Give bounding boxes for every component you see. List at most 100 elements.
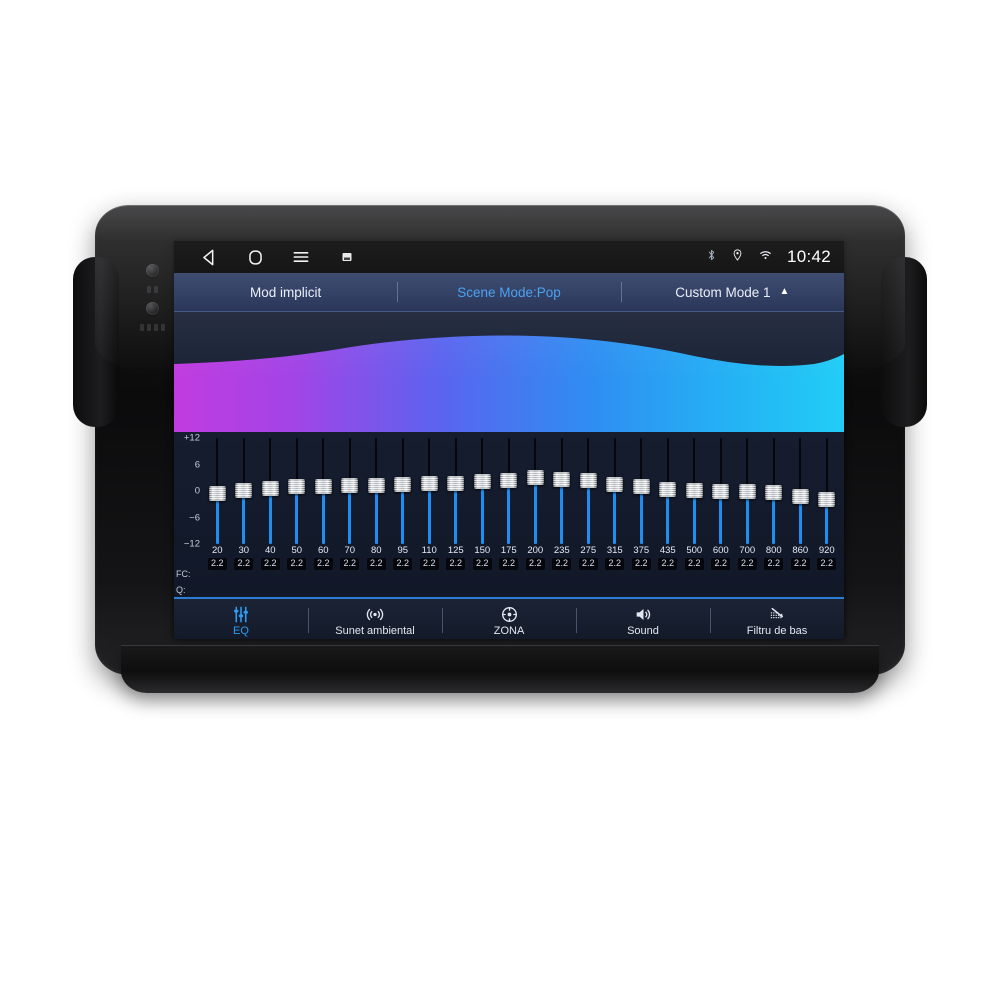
slider-thumb[interactable] [579,473,597,489]
band-q-value[interactable]: 2.2 [578,558,598,571]
eq-band-slider[interactable] [761,438,788,544]
bezel-micro-buttons-lower[interactable] [139,323,165,331]
eq-band[interactable]: 800 2.2 [761,432,788,597]
eq-band-slider[interactable] [734,438,761,544]
band-q-value[interactable]: 2.2 [684,558,704,571]
slider-thumb[interactable] [314,478,332,494]
eq-band[interactable]: 30 2.2 [231,432,258,597]
touchscreen-display[interactable]: 10:42 Mod implicit Scene Mode:Pop Custom… [174,241,844,639]
slider-thumb[interactable] [738,483,756,499]
eq-band-slider[interactable] [363,438,390,544]
slider-thumb[interactable] [685,483,703,499]
eq-band[interactable]: 150 2.2 [469,432,496,597]
bottom-navigation-bar[interactable]: EQ Sunet ambiental ZONA Sound Filtru de bas [174,597,844,639]
eq-band-slider[interactable] [655,438,682,544]
nav-item-sunet-ambiental[interactable]: Sunet ambiental [308,599,442,639]
nav-item-eq[interactable]: EQ [174,599,308,639]
eq-band-slider[interactable] [231,438,258,544]
eq-band[interactable]: 600 2.2 [708,432,735,597]
nav-item-zona[interactable]: ZONA [442,599,576,639]
eq-band-slider[interactable] [284,438,311,544]
eq-band[interactable]: 80 2.2 [363,432,390,597]
eq-band-slider[interactable] [257,438,284,544]
eq-band[interactable]: 500 2.2 [681,432,708,597]
eq-band-list[interactable]: 20 2.2 30 2.2 40 2.2 50 2.2 60 2.2 70 2.2 80 2.2 95 2.2… [204,432,844,597]
band-q-value[interactable]: 2.2 [234,558,253,571]
slider-thumb[interactable] [235,482,253,498]
eq-band-slider[interactable] [416,438,443,544]
band-q-value[interactable]: 2.2 [446,558,465,571]
menu-icon[interactable] [278,247,324,267]
slider-thumb[interactable] [526,470,544,486]
band-q-value[interactable]: 2.2 [790,558,810,571]
slider-thumb[interactable] [420,476,438,492]
eq-band-slider[interactable] [628,438,655,544]
band-q-value[interactable]: 2.2 [287,558,306,571]
band-q-value[interactable]: 2.2 [552,558,571,571]
eq-band[interactable]: 50 2.2 [284,432,311,597]
home-icon[interactable] [232,248,278,267]
eq-band-slider[interactable] [310,438,337,544]
eq-band[interactable]: 40 2.2 [257,432,284,597]
band-q-value[interactable]: 2.2 [737,558,757,571]
band-q-value[interactable]: 2.2 [764,558,783,571]
band-q-value[interactable]: 2.2 [472,558,492,571]
eq-band[interactable]: 125 2.2 [443,432,470,597]
band-q-value[interactable]: 2.2 [366,558,386,571]
eq-band-slider[interactable] [787,438,814,544]
band-q-value[interactable]: 2.2 [711,558,730,571]
slider-thumb[interactable] [447,475,465,491]
custom-mode-button[interactable]: Custom Mode 1 ▲ [620,273,844,311]
eq-band-slider[interactable] [814,438,841,544]
eq-band[interactable]: 110 2.2 [416,432,443,597]
eq-band[interactable]: 60 2.2 [310,432,337,597]
eq-band[interactable]: 920 2.2 [814,432,841,597]
band-q-value[interactable]: 2.2 [393,558,412,571]
band-q-value[interactable]: 2.2 [313,558,333,571]
eq-band[interactable]: 175 2.2 [496,432,523,597]
slider-thumb[interactable] [553,472,571,488]
eq-band[interactable]: 435 2.2 [655,432,682,597]
eq-band-slider[interactable] [469,438,496,544]
band-q-value[interactable]: 2.2 [499,558,518,571]
band-q-value[interactable]: 2.2 [419,558,439,571]
band-q-value[interactable]: 2.2 [525,558,545,571]
eq-band[interactable]: 700 2.2 [734,432,761,597]
slider-thumb[interactable] [712,483,730,499]
eq-band[interactable]: 375 2.2 [628,432,655,597]
slider-thumb[interactable] [659,481,677,497]
slider-thumb[interactable] [818,492,836,508]
slider-thumb[interactable] [632,479,650,495]
slider-thumb[interactable] [394,477,412,493]
slider-thumb[interactable] [765,484,783,500]
bezel-knob-lower[interactable] [145,301,159,315]
band-q-value[interactable]: 2.2 [340,558,359,571]
eq-band[interactable]: 200 2.2 [522,432,549,597]
band-q-value[interactable]: 2.2 [817,558,836,571]
slider-thumb[interactable] [473,474,491,490]
nav-item-sound[interactable]: Sound [576,599,710,639]
eq-band[interactable]: 20 2.2 [204,432,231,597]
eq-band-slider[interactable] [681,438,708,544]
screenshot-icon[interactable] [324,251,370,263]
band-q-value[interactable]: 2.2 [260,558,280,571]
eq-band[interactable]: 315 2.2 [602,432,629,597]
equalizer-panel[interactable]: +12 6 0 −6 −12 20 2.2 30 2.2 40 2.2 50 2.2 60 2.2 70 2.… [174,432,844,597]
scene-mode-button[interactable]: Scene Mode:Pop [397,273,620,311]
eq-band[interactable]: 235 2.2 [549,432,576,597]
eq-band[interactable]: 275 2.2 [575,432,602,597]
eq-band[interactable]: 70 2.2 [337,432,364,597]
nav-item-filtru-de-bas[interactable]: Filtru de bas [710,599,844,639]
eq-band-slider[interactable] [575,438,602,544]
slider-thumb[interactable] [606,477,624,493]
eq-band-slider[interactable] [496,438,523,544]
eq-band-slider[interactable] [443,438,470,544]
slider-thumb[interactable] [208,486,226,502]
eq-band-slider[interactable] [390,438,417,544]
band-q-value[interactable]: 2.2 [605,558,624,571]
eq-band[interactable]: 860 2.2 [787,432,814,597]
bezel-control-cluster[interactable] [125,247,179,347]
band-q-value[interactable]: 2.2 [658,558,677,571]
slider-thumb[interactable] [500,472,518,488]
slider-thumb[interactable] [288,479,306,495]
